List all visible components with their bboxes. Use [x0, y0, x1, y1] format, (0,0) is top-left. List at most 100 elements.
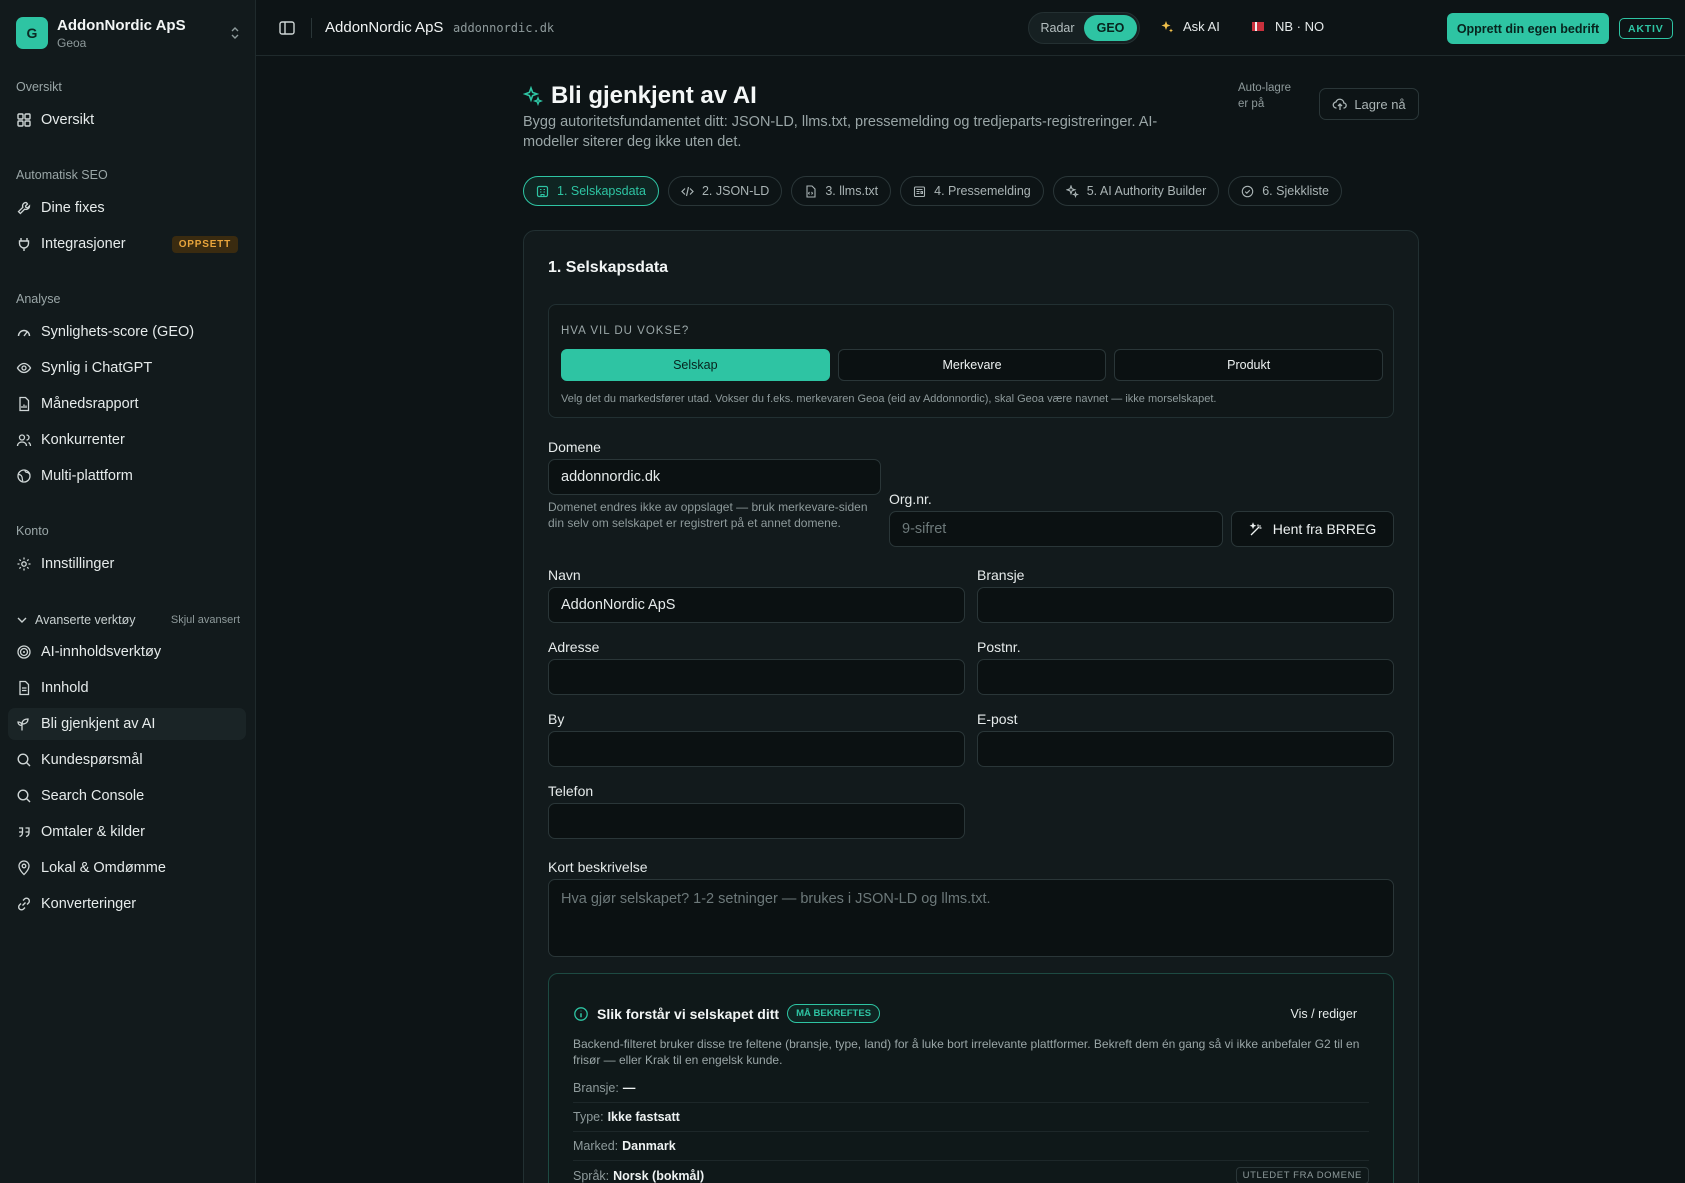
sidebar-item-mentions[interactable]: Omtaler & kilder — [8, 816, 246, 848]
sidebar-item-search-console[interactable]: Search Console — [8, 780, 246, 812]
document-chart-icon — [19, 396, 30, 412]
sidebar-item-competitors[interactable]: Konkurrenter — [8, 424, 246, 456]
sidebar-item-label: Kundespørsmål — [41, 752, 143, 768]
understanding-row-market: Marked: Danmark — [573, 1132, 1369, 1161]
understanding-title: Slik forstår vi selskapet ditt — [597, 1005, 780, 1022]
grow-option-company[interactable]: Selskap — [561, 349, 830, 381]
sparkle-icon — [1161, 20, 1173, 32]
row-value: — — [622, 1081, 636, 1095]
mode-radar-button[interactable]: Radar — [1031, 15, 1084, 41]
sidebar-item-customer-questions[interactable]: Kundespørsmål — [8, 744, 246, 776]
plug-icon — [18, 238, 30, 251]
company-understanding-panel: Slik forstår vi selskapet ditt MÅ BEKREF… — [548, 973, 1394, 1183]
tab-checklist[interactable]: 6. Sjekkliste — [1228, 176, 1342, 206]
domain-input[interactable]: addonnordic.dk — [548, 459, 881, 495]
sidebar-item-label: Synlig i ChatGPT — [41, 360, 153, 376]
norway-flag-icon — [1252, 22, 1264, 31]
tab-label: 4. Pressemelding — [934, 184, 1031, 198]
newspaper-icon — [914, 185, 926, 197]
sidebar-item-label: Multi-plattform — [41, 468, 133, 484]
page-title-text: Bli gjenkjent av AI — [551, 82, 757, 109]
tab-llms-txt[interactable]: 3. llms.txt — [791, 176, 892, 206]
hide-advanced-link[interactable]: Skjul avansert — [171, 614, 240, 626]
sidebar-item-label: Innstillinger — [41, 556, 115, 572]
ask-ai-label: Ask AI — [1183, 19, 1220, 34]
create-company-button[interactable]: Opprett din egen bedrift — [1447, 13, 1609, 44]
search-icon — [17, 753, 31, 767]
row-key: Marked: — [573, 1139, 619, 1153]
grow-question: HVA VIL DU VOKSE? — [561, 325, 690, 337]
wrench-icon — [17, 201, 31, 215]
row-key: Type: — [573, 1110, 604, 1124]
grow-option-product[interactable]: Produkt — [1114, 349, 1384, 381]
sidebar-item-label: Månedsrapport — [41, 396, 139, 412]
sidebar-item-label: Innhold — [41, 680, 89, 696]
grow-target-box: HVA VIL DU VOKSE? Selskap Merkevare Prod… — [548, 304, 1394, 418]
info-icon — [574, 1006, 588, 1021]
tab-ai-authority-builder[interactable]: 5. AI Authority Builder — [1052, 176, 1220, 206]
org-number-input[interactable]: 9-sifret — [889, 511, 1223, 547]
understanding-row-language: Språk: Norsk (bokmål) UTLEDET FRA DOMENE — [573, 1161, 1369, 1183]
understanding-row-type: Type: Ikke fastsatt — [573, 1103, 1369, 1132]
check-circle-icon — [1241, 185, 1254, 197]
short-description-textarea[interactable]: Hva gjør selskapet? 1-2 setninger — bruk… — [548, 879, 1394, 957]
address-input[interactable] — [548, 659, 965, 695]
sidebar-item-ai-tools[interactable]: AI-innholdsverktøy — [8, 636, 246, 668]
map-pin-icon — [18, 860, 30, 876]
language-selector[interactable]: NB · NO — [1252, 19, 1324, 34]
code-icon — [681, 186, 694, 196]
name-input[interactable]: AddonNordic ApS — [548, 587, 965, 623]
tab-json-ld[interactable]: 2. JSON-LD — [667, 176, 783, 206]
globe-icon — [17, 469, 31, 483]
advanced-tools-toggle[interactable]: Avanserte verktøy Skjul avansert — [16, 610, 240, 630]
tab-press-release[interactable]: 4. Pressemelding — [900, 176, 1044, 206]
link-icon — [17, 897, 31, 911]
file-code-icon — [806, 184, 816, 198]
fetch-brreg-button[interactable]: Hent fra BRREG — [1231, 511, 1394, 547]
sidebar-item-recognized-by-ai[interactable]: Bli gjenkjent av AI — [8, 708, 246, 740]
sidebar-item-label: Integrasjoner — [41, 236, 126, 252]
save-now-button[interactable]: Lagre nå — [1319, 88, 1419, 120]
view-edit-button[interactable]: Vis / rediger — [1291, 1007, 1357, 1021]
setup-badge: OPPSETT — [171, 235, 238, 253]
sidebar-item-local[interactable]: Lokal & Omdømme — [8, 852, 246, 884]
save-now-label: Lagre nå — [1354, 96, 1406, 112]
sidebar-toggle-icon[interactable] — [278, 19, 296, 37]
industry-label: Bransje — [977, 567, 1025, 583]
address-label: Adresse — [548, 639, 600, 655]
must-confirm-badge: MÅ BEKREFTES — [787, 1004, 881, 1023]
sidebar-item-monthly-report[interactable]: Månedsrapport — [8, 388, 246, 420]
ask-ai-button[interactable]: Ask AI — [1160, 19, 1220, 34]
sidebar-item-content[interactable]: Innhold — [8, 672, 246, 704]
row-value: Ikke fastsatt — [607, 1110, 680, 1124]
tab-company-data[interactable]: 1. Selskapsdata — [523, 176, 659, 206]
sidebar-item-geo-score[interactable]: Synlighets-score (GEO) — [8, 316, 246, 348]
sidebar-item-overview[interactable]: Oversikt — [8, 104, 246, 136]
gauge-icon — [17, 329, 31, 337]
sprout-icon — [17, 718, 29, 731]
understanding-row-industry: Bransje: — — [573, 1074, 1369, 1103]
sidebar-item-label: Search Console — [41, 788, 145, 804]
grow-option-brand[interactable]: Merkevare — [837, 349, 1107, 381]
sidebar-item-fixes[interactable]: Dine fixes — [8, 192, 246, 224]
sidebar-item-chatgpt[interactable]: Synlig i ChatGPT — [8, 352, 246, 384]
short-description-placeholder: Hva gjør selskapet? 1-2 setninger — bruk… — [561, 891, 991, 907]
sidebar-item-integrations[interactable]: Integrasjoner OPPSETT — [8, 228, 246, 260]
city-input[interactable] — [548, 731, 965, 767]
phone-label: Telefon — [548, 783, 594, 799]
sidebar-item-label: AI-innholdsverktøy — [41, 644, 162, 660]
sidebar-item-settings[interactable]: Innstillinger — [8, 548, 246, 580]
top-bar: AddonNordic ApS addonnordic.dk Radar GEO… — [256, 0, 1685, 56]
status-badge: AKTIV — [1619, 18, 1673, 39]
industry-input[interactable] — [977, 587, 1394, 623]
advanced-tools-label: Avanserte verktøy — [35, 613, 136, 627]
email-input[interactable] — [977, 731, 1394, 767]
nav-section-overview: Oversikt — [16, 80, 62, 94]
phone-input[interactable] — [548, 803, 965, 839]
sidebar-item-conversions[interactable]: Konverteringer — [8, 888, 246, 920]
mode-geo-button[interactable]: GEO — [1084, 15, 1137, 41]
workspace-switcher[interactable]: G AddonNordic ApS Geoa — [16, 16, 242, 50]
sidebar-item-multi-platform[interactable]: Multi-plattform — [8, 460, 246, 492]
postal-code-input[interactable] — [977, 659, 1394, 695]
sidebar: G AddonNordic ApS Geoa Oversikt Oversikt… — [0, 0, 256, 1183]
